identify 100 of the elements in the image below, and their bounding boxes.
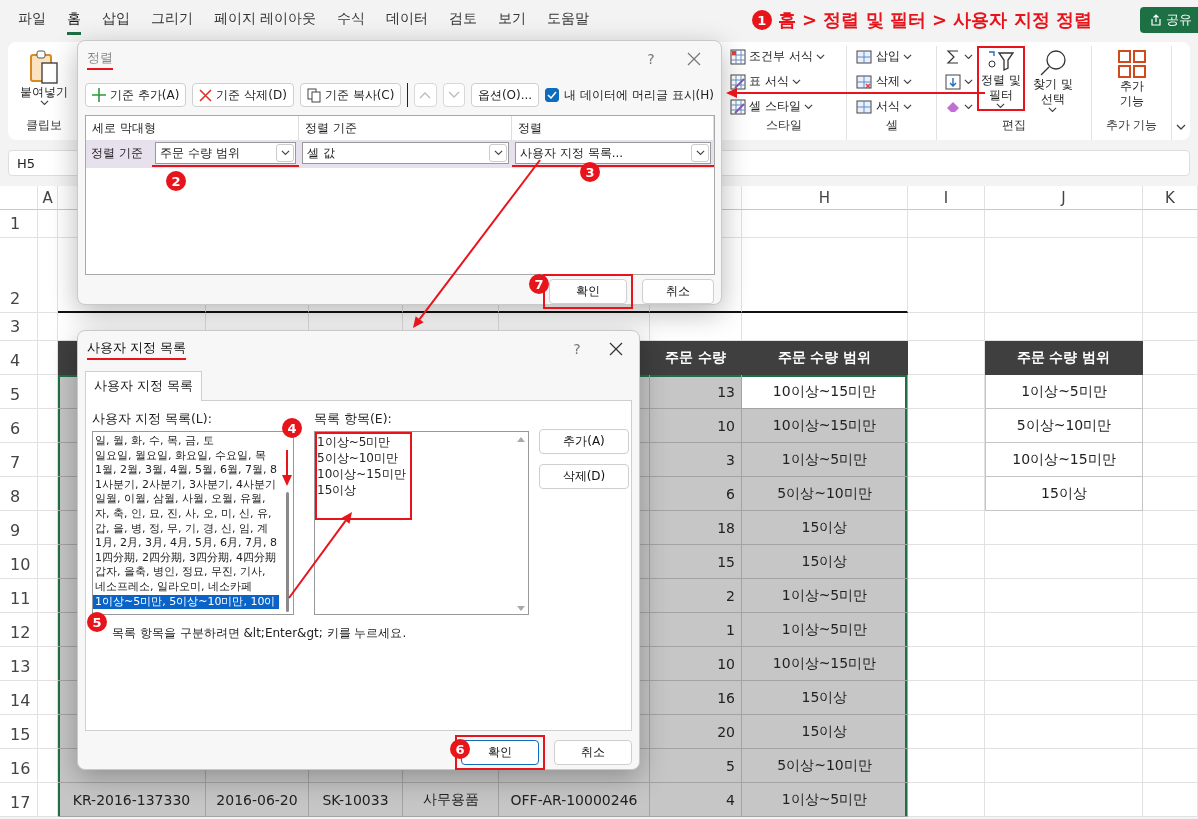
chevron-down-icon — [964, 78, 973, 85]
ribbon-tab[interactable]: 수식 — [337, 5, 366, 35]
list-item[interactable]: 갑자, 을축, 병인, 정묘, 무진, 기사, — [93, 565, 279, 580]
table-cell: 20 — [650, 715, 742, 749]
custom-lists-listbox[interactable] — [92, 431, 294, 615]
options-button[interactable]: 옵션(O)... — [470, 83, 540, 107]
delete-cells-icon — [855, 73, 873, 90]
list-item[interactable]: 갑, 을, 병, 정, 무, 기, 경, 신, 임, 계 — [93, 521, 279, 537]
dialog-title: 사용자 지정 목록 — [87, 338, 187, 357]
ribbon-tab[interactable]: 페이지 레이아웃 — [214, 5, 317, 35]
table-cell: 13 — [650, 375, 742, 409]
table-cell: 4 — [650, 783, 742, 817]
list-item[interactable]: 1月, 2月, 3月, 4月, 5月, 6月, 7月, 8 — [93, 536, 279, 551]
hint-text: 목록 항목을 구분하려면 &lt;Enter&gt; 키를 누르세요. — [111, 625, 408, 642]
row-number: 13 — [0, 647, 38, 681]
grid-icon — [1116, 49, 1147, 79]
cells-button[interactable]: 삭제 — [855, 71, 912, 92]
row-number: 9 — [0, 511, 38, 545]
chevron-down-icon — [815, 53, 825, 60]
annotation-arrow — [282, 450, 292, 486]
style-button[interactable]: 셀 스타일 — [730, 96, 825, 117]
chevron-down-icon — [964, 53, 973, 60]
add-button[interactable]: 추가(A) — [539, 429, 629, 454]
scrollbar-thumb[interactable] — [285, 492, 289, 612]
plus-icon — [92, 88, 106, 102]
header-cell: 주문 수량 범위 — [742, 341, 908, 375]
table-cell: 1이상~5미만 — [985, 375, 1143, 409]
table-cell: 1 — [650, 613, 742, 647]
delete-level-button[interactable]: 기준 삭제(D) — [192, 83, 294, 107]
table-cell: 10 — [650, 647, 742, 681]
table-cell: 18 — [650, 511, 742, 545]
ribbon-tab[interactable]: 도움말 — [547, 5, 590, 35]
help-button[interactable]: ? — [557, 341, 597, 357]
add-level-button[interactable]: 기준 추가(A) — [85, 83, 187, 107]
fill-button[interactable] — [945, 71, 973, 92]
ok-button[interactable]: 확인 — [549, 279, 627, 304]
cancel-button[interactable]: 취소 — [642, 279, 714, 304]
ribbon-tab[interactable]: 파일 — [18, 5, 46, 35]
column-header: I — [908, 186, 985, 210]
collapse-ribbon-icon — [1176, 124, 1186, 130]
sort-on-dropdown[interactable]: 셀 값 — [302, 142, 509, 164]
table-cell: 5이상~10미만 — [742, 749, 908, 783]
table-cell: 6 — [650, 477, 742, 511]
table-cell: 16 — [650, 681, 742, 715]
sort-filter-button[interactable]: 정렬 및 필터 — [977, 46, 1025, 112]
ribbon-tab[interactable]: 홈 — [67, 5, 81, 35]
list-item[interactable]: 1이상~5미만, 5이상~10미만, 10이 — [93, 594, 279, 610]
list-item[interactable]: 1월, 2월, 3월, 4월, 5월, 6월, 7월, 8 — [93, 463, 279, 478]
row-number: 14 — [0, 681, 38, 715]
cells-button[interactable]: 서식 — [855, 96, 912, 117]
chevron-down-icon — [39, 100, 49, 106]
row-number: 8 — [0, 477, 38, 511]
list-item[interactable]: 1四分期, 2四分期, 3四分期, 4四分期 — [93, 550, 279, 566]
sort-level-row[interactable]: 정렬 기준 주문 수량 범위 셀 값 사용자 지정 목록... — [86, 140, 714, 168]
table-cell: KR-2016-137330 — [58, 783, 206, 817]
row-number: 3 — [0, 313, 38, 341]
list-item[interactable]: 일, 월, 화, 수, 목, 금, 토 — [93, 434, 279, 449]
style-button[interactable]: 조건부 서식 — [730, 46, 825, 67]
chevron-down-icon — [903, 78, 912, 85]
row-number: 5 — [0, 375, 38, 409]
ribbon-tab[interactable]: 보기 — [498, 5, 527, 35]
order-dropdown[interactable]: 사용자 지정 목록... — [515, 142, 711, 164]
delete-button[interactable]: 삭제(D) — [539, 464, 629, 489]
conditional-format-icon — [730, 48, 746, 65]
table-cell: 1이상~5미만 — [742, 443, 908, 477]
ribbon-tab[interactable]: 삽입 — [102, 5, 130, 35]
row-number: 7 — [0, 443, 38, 477]
row-number: 10 — [0, 545, 38, 579]
list-item[interactable]: 일요일, 월요일, 화요일, 수요일, 목 — [93, 448, 279, 464]
find-select-button[interactable]: 찾기 및 선택 — [1028, 46, 1077, 116]
list-entries-field[interactable]: 1이상~5미만 5이상~10미만 10이상~15미만 15이상 — [314, 431, 529, 615]
list-item[interactable]: 1사분기, 2사분기, 3사분기, 4사분기 — [93, 477, 279, 493]
list-item[interactable]: 자, 축, 인, 묘, 진, 사, 오, 미, 신, 유, — [93, 506, 279, 522]
paste-button[interactable]: 붙여넣기 — [16, 46, 72, 109]
style-button[interactable]: 표 서식 — [730, 71, 825, 92]
add-ins-button[interactable]: 추가 기능 — [1112, 46, 1151, 112]
cancel-button[interactable]: 취소 — [554, 740, 632, 765]
share-button[interactable]: 공유 — [1140, 7, 1198, 33]
column-dropdown[interactable]: 주문 수량 범위 — [155, 142, 296, 164]
cells-button[interactable]: 삽입 — [855, 46, 912, 67]
list-entry: 5이상~10미만 — [317, 450, 399, 466]
help-button[interactable]: ? — [631, 51, 671, 67]
group-label: 스타일 — [765, 117, 803, 134]
close-icon[interactable] — [609, 342, 623, 356]
ribbon-tab[interactable]: 검토 — [449, 5, 478, 35]
row-number: 4 — [0, 341, 38, 375]
sigma-icon — [945, 48, 961, 65]
table-cell: 2016-06-20 — [206, 783, 309, 817]
list-item[interactable]: 일월, 이월, 삼월, 사월, 오월, 유월, — [93, 492, 279, 507]
table-cell: 1이상~5미만 — [742, 579, 908, 613]
dialog-tab[interactable]: 사용자 지정 목록 — [85, 371, 202, 401]
table-cell: 10이상~15미만 — [742, 647, 908, 681]
ribbon-tab[interactable]: 그리기 — [151, 5, 193, 35]
check-icon — [547, 91, 558, 99]
ribbon-tab[interactable]: 데이터 — [386, 5, 429, 35]
fill-down-icon — [945, 73, 961, 90]
list-entry: 1이상~5미만 — [317, 434, 392, 450]
list-item[interactable]: 네소프레소, 일라오미, 네소카페 — [93, 579, 279, 595]
table-cell: 3 — [650, 443, 742, 477]
copy-level-button[interactable]: 기준 복사(C) — [299, 83, 402, 107]
